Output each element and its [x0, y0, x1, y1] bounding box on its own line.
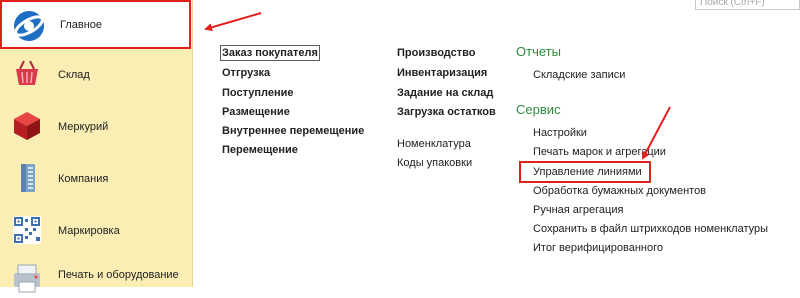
link-receipt[interactable]: Поступление	[222, 87, 294, 99]
link-shipment[interactable]: Отгрузка	[222, 67, 270, 79]
sidebar-item-label: Маркировка	[58, 225, 120, 237]
basket-icon	[10, 57, 44, 91]
sidebar: Главное Склад Меркурий Компания Маркиров…	[0, 0, 193, 293]
link-verified-total[interactable]: Итог верифицированного	[533, 242, 663, 254]
main-logo-icon	[12, 9, 46, 43]
link-warehouse-records[interactable]: Складские записи	[533, 69, 625, 81]
reports-section-title: Отчеты	[516, 44, 561, 59]
link-load-balances[interactable]: Загрузка остатков	[397, 106, 496, 118]
link-placement[interactable]: Размещение	[222, 106, 290, 118]
sidebar-item-company[interactable]: Компания	[0, 153, 192, 205]
link-print-marks[interactable]: Печать марок и агрегации	[533, 146, 666, 158]
sidebar-item-label: Склад	[58, 69, 90, 81]
link-inventory[interactable]: Инвентаризация	[397, 67, 487, 79]
link-production[interactable]: Производство	[397, 47, 475, 59]
link-settings[interactable]: Настройки	[533, 127, 587, 139]
link-customer-order[interactable]: Заказ покупателя	[220, 45, 320, 61]
sidebar-item-warehouse[interactable]: Склад	[0, 49, 192, 101]
sidebar-item-label: Главное	[60, 18, 103, 31]
link-paper-docs[interactable]: Обработка бумажных документов	[533, 185, 706, 197]
sidebar-item-main[interactable]: Главное	[0, 0, 191, 49]
link-nomenclature[interactable]: Номенклатура	[397, 138, 471, 150]
sidebar-item-mercury[interactable]: Меркурий	[0, 101, 192, 153]
arrow-to-main	[204, 12, 262, 32]
link-transfer[interactable]: Перемещение	[222, 144, 298, 156]
search-input[interactable]	[695, 0, 800, 10]
sidebar-item-marking[interactable]: Маркировка	[0, 205, 192, 257]
building-icon	[10, 161, 44, 195]
printer-icon	[10, 261, 44, 295]
sidebar-item-printing[interactable]: Печать и оборудование	[0, 257, 192, 297]
link-manual-aggregation[interactable]: Ручная агрегация	[533, 204, 623, 216]
link-warehouse-task[interactable]: Задание на склад	[397, 87, 493, 99]
sidebar-item-label: Компания	[58, 173, 109, 185]
qr-code-icon	[10, 213, 44, 247]
sidebar-item-label: Печать и оборудование	[58, 269, 179, 281]
service-section-title: Сервис	[516, 102, 561, 117]
highlight-box	[519, 161, 651, 183]
link-internal-transfer[interactable]: Внутреннее перемещение	[222, 125, 364, 137]
sidebar-item-label: Меркурий	[58, 121, 109, 133]
link-save-barcodes[interactable]: Сохранить в файл штрихкодов номенклатуры	[533, 223, 768, 235]
red-cube-icon	[10, 109, 44, 143]
link-package-codes[interactable]: Коды упаковки	[397, 157, 472, 169]
